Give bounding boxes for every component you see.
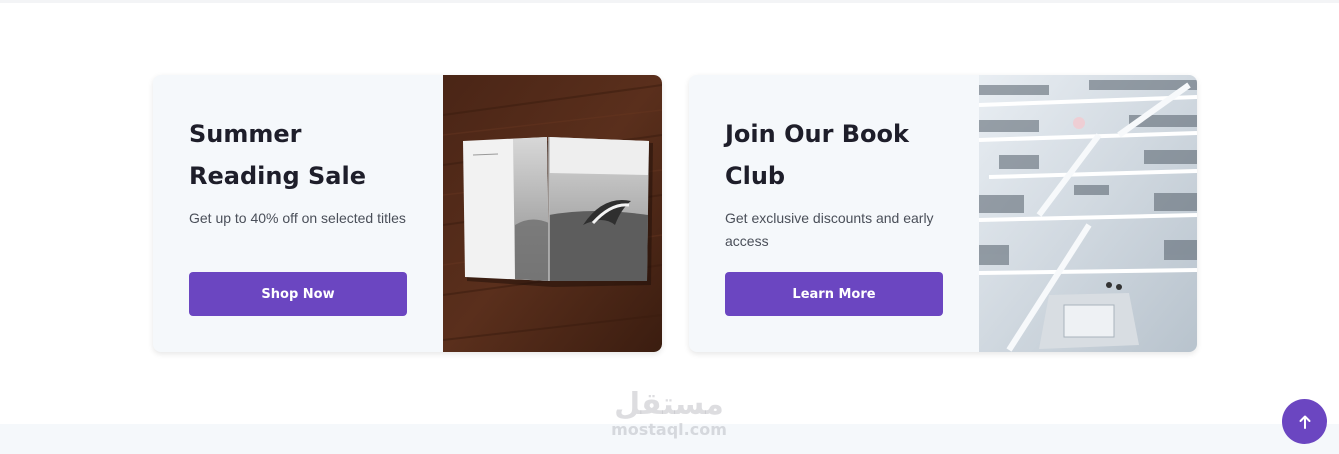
shop-now-button[interactable]: Shop Now — [189, 272, 407, 316]
learn-more-button[interactable]: Learn More — [725, 272, 943, 316]
promo-card-text: Summer Reading Sale Get up to 40% off on… — [189, 113, 419, 230]
promo-description: Get up to 40% off on selected titles — [189, 210, 406, 226]
header-divider — [0, 0, 1339, 3]
arrow-up-icon — [1299, 415, 1310, 429]
watermark-arabic-text: مستقل — [614, 387, 724, 422]
promo-card-text: Join Our Book Club Get exclusive discoun… — [725, 113, 955, 253]
promo-card-summer-sale: Summer Reading Sale Get up to 40% off on… — [153, 75, 662, 352]
scroll-to-top-button[interactable] — [1282, 399, 1327, 444]
library-atrium-image — [979, 75, 1197, 352]
watermark-logo: مستقل mostaql.com — [602, 388, 736, 438]
promo-title: Join Our Book Club — [725, 120, 909, 190]
watermark-latin-text: mostaql.com — [611, 420, 727, 439]
promo-description: Get exclusive discounts and early access — [725, 210, 934, 249]
promo-card-book-club: Join Our Book Club Get exclusive discoun… — [689, 75, 1197, 352]
promo-title: Summer Reading Sale — [189, 120, 366, 190]
open-book-image — [443, 75, 662, 352]
